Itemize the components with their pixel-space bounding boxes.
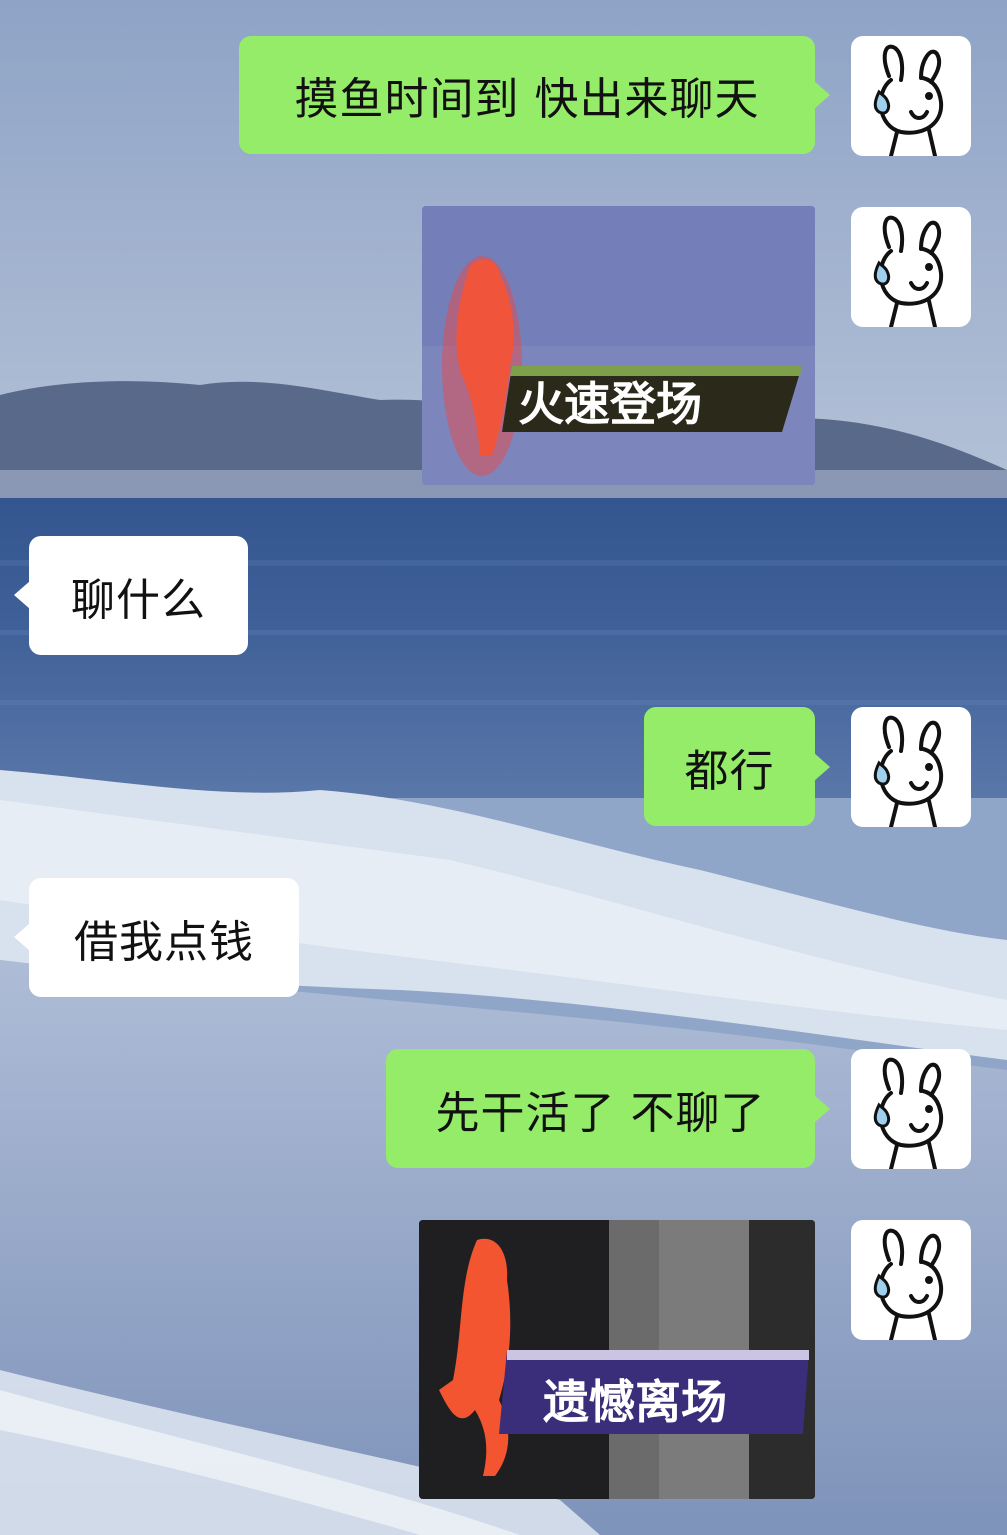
bubble-tail (814, 81, 830, 109)
message-bubble[interactable]: 借我点钱 (29, 878, 299, 997)
avatar[interactable] (851, 1049, 971, 1169)
bunny-sweat-icon (873, 1228, 944, 1340)
bubble-tail (814, 1095, 830, 1123)
message-bubble[interactable]: 聊什么 (29, 536, 248, 655)
message-text: 借我点钱 (74, 916, 254, 968)
avatar[interactable] (851, 707, 971, 827)
message-bubble[interactable]: 都行 (644, 707, 815, 826)
message-bubble[interactable]: 先干活了 不聊了 (386, 1049, 815, 1168)
bubble-tail (14, 923, 30, 951)
message-text: 都行 (684, 745, 775, 797)
bubble-tail (14, 581, 30, 609)
bunny-sweat-icon (873, 715, 944, 827)
bunny-sweat-icon (873, 44, 944, 156)
sticker-caption: 遗憾离场 (543, 1375, 727, 1429)
avatar[interactable] (851, 207, 971, 327)
sticker-caption: 火速登场 (518, 377, 702, 431)
sticker-fire-figure-graphic (419, 1220, 815, 1499)
bubble-tail (814, 753, 830, 781)
avatar[interactable] (851, 1220, 971, 1340)
message-bubble[interactable]: 摸鱼时间到 快出来聊天 (239, 36, 815, 154)
message-text: 摸鱼时间到 快出来聊天 (294, 74, 760, 125)
sticker-image[interactable]: 遗憾离场 (419, 1220, 815, 1499)
message-text: 先干活了 不聊了 (435, 1087, 766, 1139)
bunny-sweat-icon (873, 1057, 944, 1169)
sticker-fire-figure-graphic (422, 206, 815, 485)
bunny-sweat-icon (873, 215, 944, 327)
message-text: 聊什么 (71, 574, 206, 626)
sticker-image[interactable]: 火速登场 (422, 206, 815, 485)
avatar[interactable] (851, 36, 971, 156)
